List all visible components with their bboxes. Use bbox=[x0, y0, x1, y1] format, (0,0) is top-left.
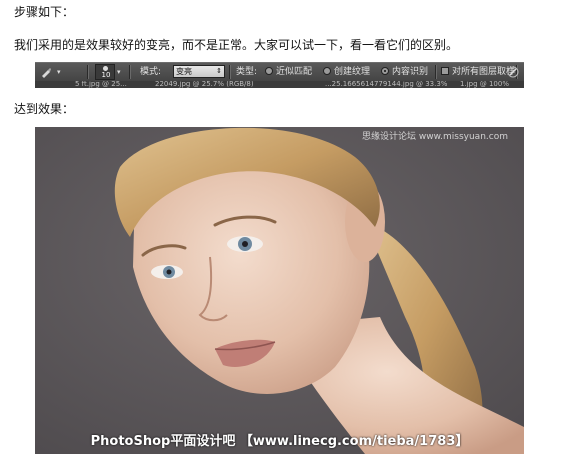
document-tab[interactable]: 5 ft.jpg @ 25... bbox=[75, 81, 127, 88]
document-tab-strip: 5 ft.jpg @ 25... 22049.jpg @ 25.7% (RGB/… bbox=[35, 81, 524, 88]
radio-create-texture-label[interactable]: 创建纹理 bbox=[334, 66, 370, 78]
sample-all-layers-checkbox[interactable] bbox=[441, 67, 449, 75]
sample-all-layers-label[interactable]: 对所有图层取样 bbox=[452, 66, 515, 78]
document-tab[interactable]: 1.jpg @ 100% bbox=[460, 81, 509, 88]
separator bbox=[229, 65, 231, 79]
watermark-caption: PhotoShop平面设计吧 【www.linecg.com/tieba/178… bbox=[90, 434, 469, 449]
radio-content-aware-label[interactable]: 内容识别 bbox=[392, 66, 428, 78]
brush-size-value: 10 bbox=[101, 71, 111, 79]
brush-dropdown-icon[interactable]: ▾ bbox=[117, 66, 121, 78]
pressure-size-icon[interactable] bbox=[507, 66, 519, 78]
radio-proximity-match-label[interactable]: 近似匹配 bbox=[276, 66, 312, 78]
tool-preset-dropdown-icon[interactable]: ▾ bbox=[57, 66, 61, 78]
document-tab[interactable]: ...25.1665614779144.jpg @ 33.3% bbox=[325, 81, 447, 88]
result-heading: 达到效果： bbox=[14, 102, 75, 116]
radio-create-texture[interactable] bbox=[323, 67, 331, 75]
separator bbox=[435, 65, 437, 79]
brush-size-picker[interactable]: 10 bbox=[95, 64, 115, 80]
mode-label: 模式: bbox=[140, 67, 162, 77]
radio-content-aware[interactable] bbox=[381, 67, 389, 75]
chevron-updown-icon: ⇕ bbox=[216, 67, 222, 75]
document-tab[interactable]: 22049.jpg @ 25.7% (RGB/8) bbox=[155, 81, 254, 88]
spot-healing-brush-icon[interactable] bbox=[40, 66, 52, 78]
description-text: 我们采用的是效果较好的变亮，而不是正常。大家可以试一下，看一看它们的区别。 bbox=[14, 38, 459, 52]
type-label: 类型: bbox=[236, 67, 258, 77]
mode-select-value: 变亮 bbox=[176, 67, 192, 76]
separator bbox=[129, 65, 131, 79]
radio-proximity-match[interactable] bbox=[265, 67, 273, 75]
portrait-image bbox=[35, 127, 524, 454]
separator bbox=[87, 65, 89, 79]
step-heading: 步骤如下： bbox=[14, 5, 75, 19]
photoshop-options-bar: ▾ 10 ▾ 模式: 变亮 ⇕ 类型: 近似匹配 创建纹理 内容识别 对所有图层… bbox=[35, 62, 524, 82]
mode-select[interactable]: 变亮 ⇕ bbox=[173, 65, 225, 78]
watermark-top: 思缘设计论坛 www.missyuan.com bbox=[362, 132, 508, 142]
result-photo: 思缘设计论坛 www.missyuan.com PhotoShop平面设计吧 【… bbox=[35, 127, 524, 454]
